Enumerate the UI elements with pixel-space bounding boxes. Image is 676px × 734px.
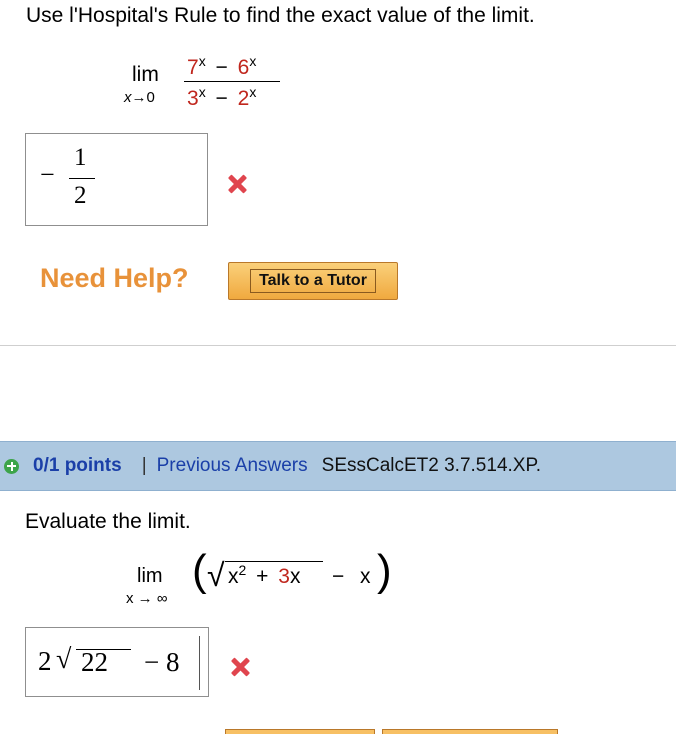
answer-sign: − (40, 160, 55, 189)
lim-subscript: x→0 (124, 89, 155, 106)
header-separator: | (141, 455, 147, 476)
incorrect-x-icon (229, 656, 251, 678)
fraction-bar (184, 81, 280, 83)
answer-denominator: 2 (74, 182, 87, 209)
answer-fraction-bar (69, 178, 95, 180)
minus-sign: − (332, 565, 345, 588)
answer-numerator: 1 (74, 144, 87, 171)
problem2-prompt: Evaluate the limit. (25, 510, 191, 533)
expand-plus-icon[interactable] (4, 458, 19, 474)
problem2-limit-expression: lim x → ∞ ( √ x2 + 3x − x ) (120, 546, 410, 614)
previous-answers-link[interactable]: Previous Answers (157, 455, 308, 477)
fraction-numerator: 7x − 6x (187, 53, 257, 79)
text-cursor-divider (199, 636, 200, 690)
problem-code: SEssCalcET2 3.7.514.XP. (321, 455, 541, 476)
incorrect-x-icon (226, 173, 248, 195)
radicand: x2 + 3x (228, 562, 301, 588)
variable-x: x (360, 565, 371, 588)
problem1-limit-expression: lim x→0 7x − 6x 3x − 2x (120, 52, 300, 112)
problem1-answer-box[interactable]: − 1 2 (25, 133, 208, 226)
bottom-button-stub[interactable] (382, 729, 558, 734)
problem1-prompt: Use l'Hospital's Rule to find the exact … (26, 4, 535, 27)
fraction-denominator: 3x − 2x (187, 84, 257, 110)
lim-subscript: x → ∞ (126, 590, 168, 607)
points-label: 0/1 points (33, 455, 122, 476)
radical-sign: √ (207, 557, 225, 593)
bottom-button-stub[interactable] (225, 729, 375, 734)
talk-to-tutor-button[interactable]: Talk to a Tutor (228, 262, 398, 300)
problem2-answer-box[interactable]: 2 √ 22 − 8 (25, 627, 209, 697)
lim-word: lim (132, 63, 159, 86)
lim-word: lim (137, 565, 163, 587)
right-paren: ) (377, 546, 392, 595)
problem2-header-bar: 0/1 points | Previous Answers SEssCalcET… (0, 441, 676, 491)
need-help-label: Need Help? (40, 263, 189, 293)
answer-rest: − 8 (144, 647, 180, 677)
section-divider (0, 345, 676, 346)
talk-to-tutor-label: Talk to a Tutor (250, 269, 376, 293)
left-paren: ( (192, 546, 207, 595)
answer-coefficient: 2 (38, 646, 52, 676)
answer-radicand: 22 (81, 647, 108, 677)
answer-radical-sign: √ (56, 644, 72, 675)
